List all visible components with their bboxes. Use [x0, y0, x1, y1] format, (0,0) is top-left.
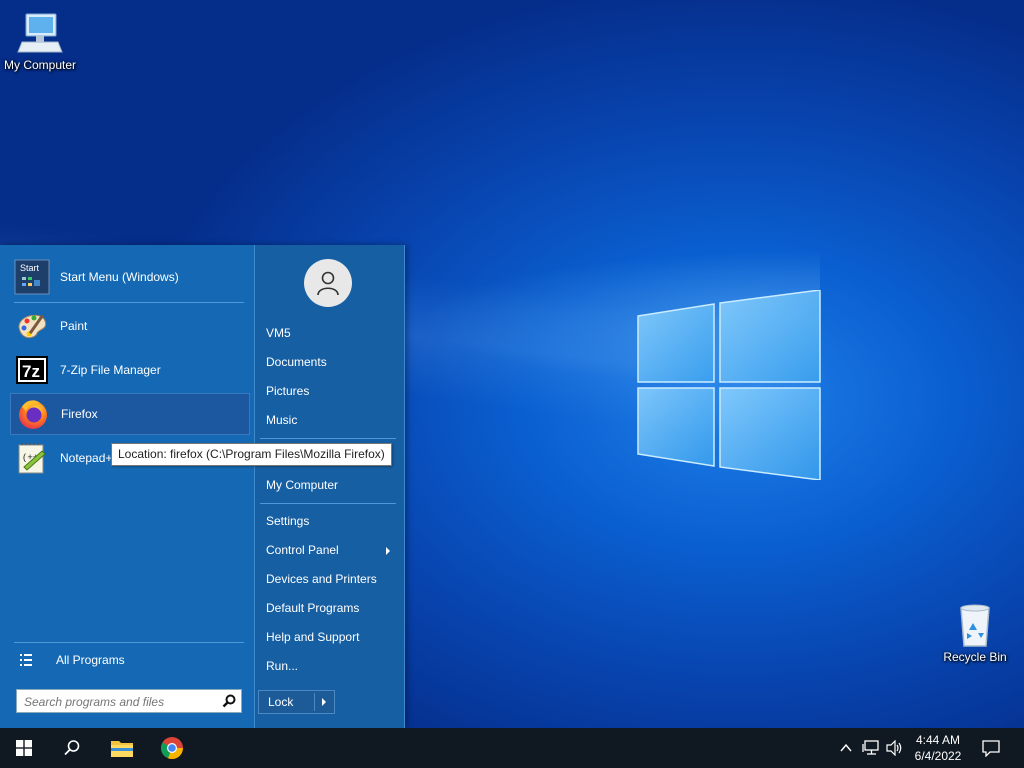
notification-icon[interactable]: [982, 740, 1000, 757]
start-item-firefox[interactable]: Firefox: [10, 393, 250, 435]
folder-icon: [111, 741, 133, 757]
desktop-icon-my-computer[interactable]: My Computer: [0, 8, 80, 72]
notepadpp-icon: (++: [14, 440, 50, 476]
start-item-label: Paint: [60, 319, 88, 333]
start-right-my-computer[interactable]: My Computer: [266, 478, 338, 492]
7zip-icon: 7z: [14, 352, 50, 388]
lock-label: Lock: [268, 695, 294, 709]
start-right-pictures[interactable]: Pictures: [266, 384, 309, 398]
all-programs-label: All Programs: [56, 653, 125, 667]
desktop-icon-recycle-bin[interactable]: Recycle Bin: [935, 600, 1015, 664]
start-menu-icon: Start: [14, 259, 50, 295]
start-right-music[interactable]: Music: [266, 413, 297, 427]
start-menu-separator: [14, 642, 244, 643]
windows-start-icon: [16, 740, 32, 756]
start-item-label: Start Menu (Windows): [60, 270, 179, 284]
taskbar: 4:44 AM 6/4/2022: [0, 728, 1024, 768]
start-menu-separator: [260, 438, 396, 439]
taskbar-file-explorer[interactable]: [98, 728, 146, 768]
start-item-label: Firefox: [61, 407, 98, 421]
submenu-arrow-icon: [386, 547, 390, 555]
user-icon: [317, 271, 339, 296]
clock-time: 4:44 AM: [915, 733, 961, 747]
start-right-user[interactable]: VM5: [266, 326, 291, 340]
computer-icon: [17, 13, 63, 53]
start-item-label: 7-Zip File Manager: [60, 363, 161, 377]
taskbar-chrome[interactable]: [148, 728, 196, 768]
start-right-settings[interactable]: Settings: [266, 514, 309, 528]
list-icon: [20, 654, 32, 666]
windows-wallpaper-logo: [637, 290, 821, 480]
start-right-control-panel[interactable]: Control Panel: [266, 543, 339, 557]
start-item-start-menu-windows[interactable]: Start Start Menu (Windows): [10, 256, 250, 298]
taskbar-clock[interactable]: 4:44 AM 6/4/2022: [912, 732, 964, 764]
user-avatar[interactable]: [304, 259, 352, 307]
lock-divider: [314, 693, 315, 711]
start-menu-separator: [14, 302, 244, 303]
recycle-bin-icon: [960, 604, 990, 647]
chevron-up-icon[interactable]: [840, 742, 852, 754]
clock-date: 6/4/2022: [914, 749, 962, 763]
search-input[interactable]: [22, 691, 222, 713]
volume-icon[interactable]: [886, 740, 904, 756]
paint-icon: [14, 308, 50, 344]
firefox-location-tooltip: Location: firefox (C:\Program Files\Mozi…: [111, 443, 392, 466]
start-menu-separator: [260, 503, 396, 504]
start-search-box[interactable]: [16, 689, 242, 713]
svg-text:Start: Start: [20, 263, 40, 273]
start-right-devices-printers[interactable]: Devices and Printers: [266, 572, 377, 586]
chrome-icon: [160, 737, 184, 760]
start-item-7zip[interactable]: 7z 7-Zip File Manager: [10, 349, 250, 391]
lock-button[interactable]: Lock: [258, 690, 335, 714]
all-programs-button[interactable]: All Programs: [18, 652, 125, 668]
start-right-documents[interactable]: Documents: [266, 355, 327, 369]
start-right-default-programs[interactable]: Default Programs: [266, 601, 359, 615]
network-icon[interactable]: [862, 740, 880, 756]
desktop-icon-label: Recycle Bin: [943, 650, 1007, 664]
start-item-paint[interactable]: Paint: [10, 305, 250, 347]
desktop-icon-label: My Computer: [3, 58, 77, 72]
lock-options-arrow-icon[interactable]: [322, 698, 326, 706]
taskbar-search-button[interactable]: [48, 728, 96, 768]
search-icon: [64, 740, 80, 756]
start-right-run[interactable]: Run...: [266, 659, 298, 673]
start-button[interactable]: [0, 728, 48, 768]
search-icon[interactable]: [222, 694, 236, 708]
svg-text:7z: 7z: [22, 362, 40, 381]
start-right-help-support[interactable]: Help and Support: [266, 630, 359, 644]
firefox-icon: [15, 396, 51, 432]
